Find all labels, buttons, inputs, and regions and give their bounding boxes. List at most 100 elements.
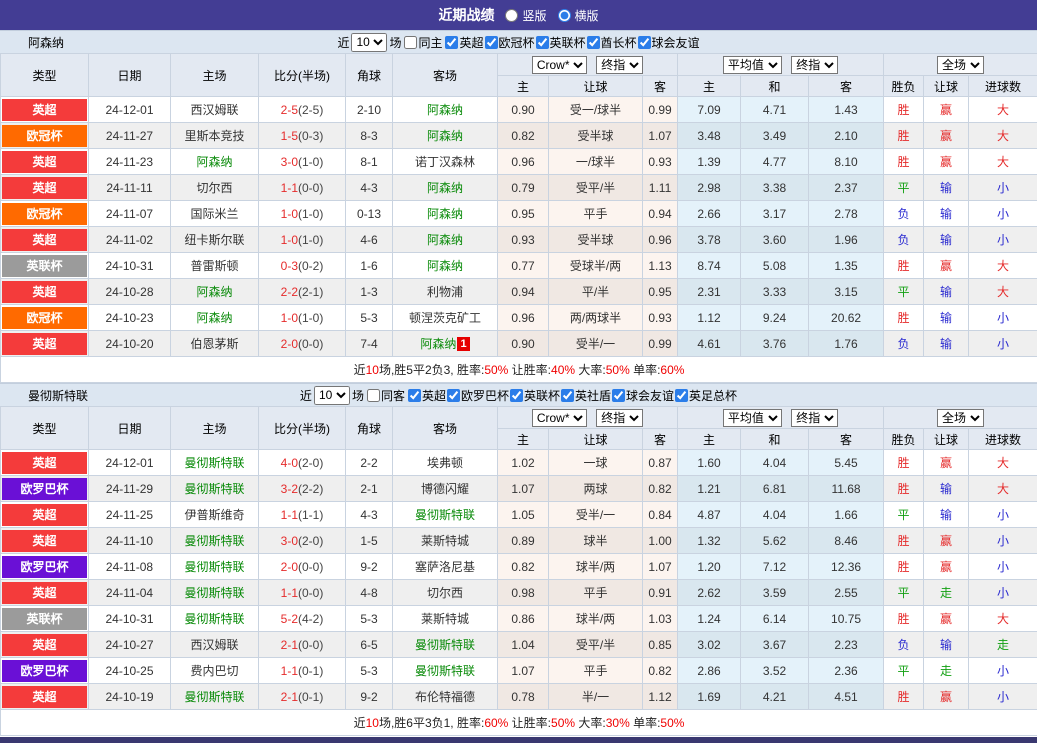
away-cell: 阿森纳 [393, 175, 498, 201]
avg-home-cell: 1.32 [678, 528, 741, 554]
let-line-cell: 一/球半 [549, 149, 643, 175]
league-checkbox[interactable] [536, 36, 549, 49]
goals-cell: 走 [969, 632, 1037, 658]
let-line-cell: 平手 [549, 658, 643, 684]
league-filter[interactable]: 球会友谊 [611, 387, 674, 404]
odds-company-select[interactable]: Crow* [532, 56, 587, 74]
average-final-select[interactable]: 终指 [791, 409, 838, 427]
avg-draw-cell: 3.49 [741, 123, 809, 149]
league-badge: 英超 [2, 151, 87, 173]
col-type: 类型 [1, 407, 89, 450]
average-select[interactable]: 平均值 [723, 56, 782, 74]
avg-away-cell: 2.10 [809, 123, 884, 149]
date-cell: 24-10-23 [89, 305, 171, 331]
league-filter[interactable]: 英超 [444, 34, 483, 51]
layout-horizontal-option[interactable]: 横版 [557, 7, 599, 24]
league-checkbox[interactable] [612, 389, 625, 402]
result-cell: 平 [884, 580, 924, 606]
odds-final-select[interactable]: 终指 [596, 409, 643, 427]
league-filter[interactable]: 欧冠杯 [484, 34, 535, 51]
let-home-cell: 0.98 [498, 580, 549, 606]
near-label: 近 [337, 34, 349, 51]
home-team: 西汉姆联 [190, 638, 238, 652]
league-filter[interactable]: 欧罗巴杯 [446, 387, 509, 404]
let-away-cell: 0.94 [643, 201, 678, 227]
vertical-radio[interactable] [505, 9, 518, 22]
let-line-cell: 受半/一 [549, 502, 643, 528]
home-team: 纽卡斯尔联 [184, 233, 244, 247]
avg-draw-cell: 7.12 [741, 554, 809, 580]
let-line-cell: 平手 [549, 580, 643, 606]
league-checkbox[interactable] [485, 36, 498, 49]
handicap-cell: 输 [924, 632, 969, 658]
league-checkbox[interactable] [408, 389, 421, 402]
let-home-cell: 1.07 [498, 658, 549, 684]
league-checkbox[interactable] [675, 389, 688, 402]
average-final-select[interactable]: 终指 [791, 56, 838, 74]
league-filter[interactable]: 球会友谊 [637, 34, 700, 51]
avg-away-cell: 1.76 [809, 331, 884, 357]
odds-final-select[interactable]: 终指 [596, 56, 643, 74]
league-checkbox[interactable] [561, 389, 574, 402]
odds-company-select[interactable]: Crow* [532, 409, 587, 427]
league-badge: 欧罗巴杯 [2, 556, 87, 578]
col-score: 比分(半场) [259, 54, 346, 97]
col-let-away: 客 [643, 76, 678, 97]
handicap-cell: 赢 [924, 684, 969, 710]
goals-cell: 大 [969, 149, 1037, 175]
result-cell: 胜 [884, 305, 924, 331]
score-cell: 2-0(0-0) [259, 554, 346, 580]
handicap-cell: 赢 [924, 606, 969, 632]
bottom-divider-bar [0, 737, 1037, 743]
let-line-cell: 两/两球半 [549, 305, 643, 331]
average-select[interactable]: 平均值 [723, 409, 782, 427]
near-label: 近 [300, 387, 312, 404]
scope-select[interactable]: 全场 [937, 409, 984, 427]
let-line-cell: 受半/一 [549, 331, 643, 357]
league-filter[interactable]: 英联杯 [535, 34, 586, 51]
match-row: 英超24-11-10曼彻斯特联3-0(2-0)1-5莱斯特城0.89球半1.00… [1, 528, 1037, 554]
result-cell: 平 [884, 658, 924, 684]
away-cell: 塞萨洛尼基 [393, 554, 498, 580]
same-venue-checkbox[interactable] [404, 36, 417, 49]
match-row: 欧冠杯24-11-07国际米兰1-0(1-0)0-13阿森纳0.95平手0.94… [1, 201, 1037, 227]
league-badge: 英超 [2, 452, 87, 474]
league-checkbox[interactable] [510, 389, 523, 402]
same-venue-filter[interactable]: 同客 [366, 387, 405, 404]
league-checkbox[interactable] [638, 36, 651, 49]
league-badge: 欧冠杯 [2, 307, 87, 329]
league-filter[interactable]: 英足总杯 [674, 387, 737, 404]
date-cell: 24-12-01 [89, 450, 171, 476]
league-cell: 欧罗巴杯 [1, 658, 89, 684]
league-checkbox[interactable] [445, 36, 458, 49]
match-row: 英联杯24-10-31普雷斯顿0-3(0-2)1-6阿森纳0.77受球半/两1.… [1, 253, 1037, 279]
match-count-select[interactable]: 10 [351, 33, 387, 52]
avg-draw-cell: 5.08 [741, 253, 809, 279]
away-team: 利物浦 [427, 285, 463, 299]
matches-table: 类型 日期 主场 比分(半场) 角球 客场 Crow* 终指 平均值 终指 [0, 53, 1037, 383]
handicap-cell: 赢 [924, 450, 969, 476]
home-cell: 曼彻斯特联 [171, 684, 259, 710]
goals-cell: 小 [969, 175, 1037, 201]
league-filter[interactable]: 英联杯 [509, 387, 560, 404]
odds-select-cell: Crow* 终指 [498, 407, 678, 429]
league-filter[interactable]: 酋长杯 [586, 34, 637, 51]
league-checkbox[interactable] [447, 389, 460, 402]
scope-select[interactable]: 全场 [937, 56, 984, 74]
league-checkbox[interactable] [587, 36, 600, 49]
away-team: 切尔西 [427, 586, 463, 600]
home-cell: 曼彻斯特联 [171, 580, 259, 606]
score-cell: 1-5(0-3) [259, 123, 346, 149]
odds-select-cell: Crow* 终指 [498, 54, 678, 76]
team-name: 曼彻斯特联 [28, 387, 88, 404]
league-filter[interactable]: 英社盾 [560, 387, 611, 404]
league-filter[interactable]: 英超 [407, 387, 446, 404]
layout-vertical-option[interactable]: 竖版 [504, 7, 546, 24]
let-away-cell: 0.99 [643, 331, 678, 357]
same-venue-checkbox[interactable] [367, 389, 380, 402]
home-cell: 曼彻斯特联 [171, 554, 259, 580]
horizontal-radio[interactable] [558, 9, 571, 22]
match-count-select[interactable]: 10 [314, 386, 350, 405]
result-cell: 胜 [884, 123, 924, 149]
same-venue-filter[interactable]: 同主 [403, 34, 442, 51]
